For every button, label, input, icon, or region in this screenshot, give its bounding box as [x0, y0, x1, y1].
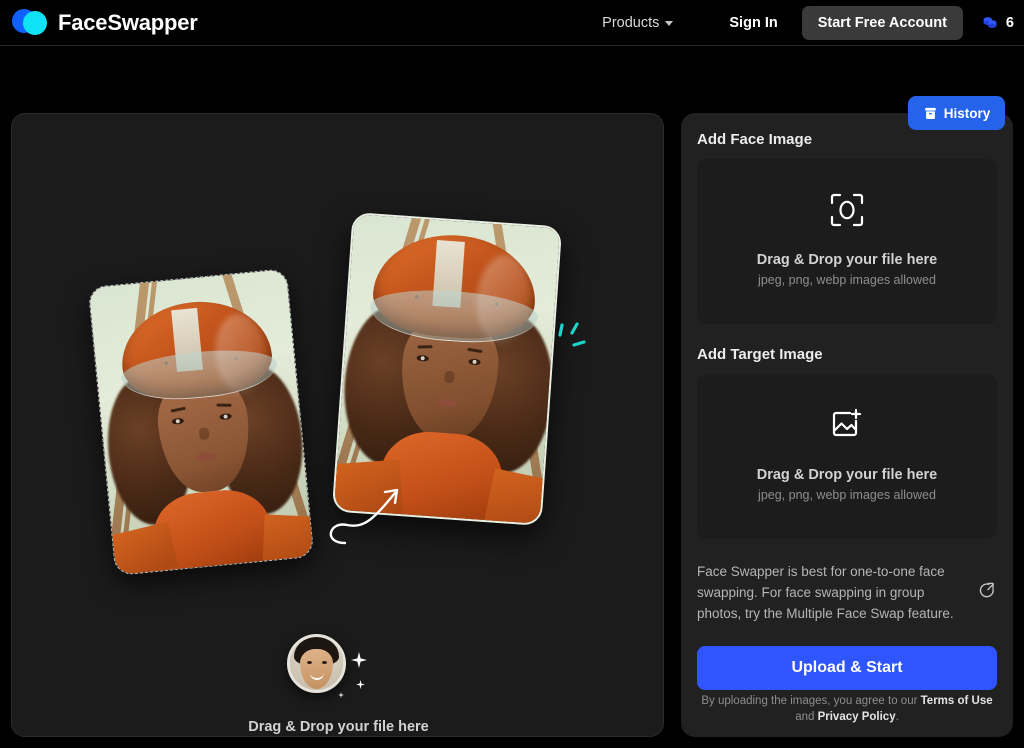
main-dropzone-title: Drag & Drop your file here	[12, 717, 664, 737]
face-dropzone-title: Drag & Drop your file here	[757, 250, 937, 270]
privacy-policy-link[interactable]: Privacy Policy	[818, 711, 896, 723]
header-nav-right: Products Sign In Start Free Account 6	[592, 6, 1024, 40]
top-header: FaceSwapper Products Sign In Start Free …	[0, 0, 1024, 46]
target-dropzone-subtitle: jpeg, png, webp images allowed	[758, 485, 936, 505]
chevron-down-icon	[665, 21, 673, 26]
face-source-avatar	[287, 634, 346, 693]
products-menu[interactable]: Products	[592, 9, 683, 37]
terms-of-use-link[interactable]: Terms of Use	[921, 695, 993, 707]
main-dropzone-caption: Drag & Drop your file here jpeg, png, we…	[12, 717, 664, 737]
add-target-image-title: Add Target Image	[697, 346, 997, 363]
face-scan-icon	[830, 193, 864, 232]
legal-suffix: .	[896, 711, 899, 723]
curved-swap-arrow-icon	[317, 479, 413, 551]
credits-value: 6	[1006, 15, 1014, 31]
target-image-dropzone[interactable]: Drag & Drop your file here jpeg, png, we…	[697, 374, 997, 539]
history-button[interactable]: History	[908, 96, 1005, 130]
add-target-image-section: Add Target Image Drag & Drop your file h…	[697, 346, 997, 539]
upload-and-start-button[interactable]: Upload & Start	[697, 646, 997, 690]
coins-stack-icon	[981, 14, 999, 32]
face-image-dropzone[interactable]: Drag & Drop your file here jpeg, png, we…	[697, 159, 997, 324]
main-dropzone-panel[interactable]: Drag & Drop your file here jpeg, png, we…	[11, 113, 664, 737]
two-circles-logo	[12, 7, 48, 39]
sparkle-icon	[351, 652, 367, 668]
sparkle-icon	[552, 319, 598, 359]
sparkle-icon	[338, 692, 344, 698]
legal-disclaimer: By uploading the images, you agree to ou…	[697, 693, 997, 725]
info-note-text: Face Swapper is best for one-to-one face…	[697, 561, 968, 624]
start-free-account-button[interactable]: Start Free Account	[802, 6, 963, 40]
legal-prefix: By uploading the images, you agree to ou…	[701, 695, 920, 707]
add-face-image-title: Add Face Image	[697, 131, 997, 148]
image-plus-icon	[830, 408, 864, 447]
products-label: Products	[602, 15, 659, 31]
face-swap-illustration	[12, 114, 664, 654]
info-note-row: Face Swapper is best for one-to-one face…	[697, 561, 997, 624]
target-dropzone-title: Drag & Drop your file here	[757, 465, 937, 485]
brand-logo-group[interactable]: FaceSwapper	[12, 7, 198, 39]
face-dropzone-subtitle: jpeg, png, webp images allowed	[758, 270, 936, 290]
source-photo-card	[88, 268, 315, 576]
legal-middle: and	[795, 711, 817, 723]
sparkle-icon	[356, 680, 365, 689]
upload-side-panel: Add Face Image Drag & Drop your file her…	[681, 113, 1013, 737]
external-redirect-icon[interactable]	[978, 581, 997, 605]
history-label: History	[944, 106, 991, 121]
history-archive-icon	[923, 106, 938, 121]
brand-name: FaceSwapper	[58, 10, 198, 36]
credits-indicator[interactable]: 6	[981, 14, 1014, 32]
sign-in-link[interactable]: Sign In	[713, 9, 793, 37]
